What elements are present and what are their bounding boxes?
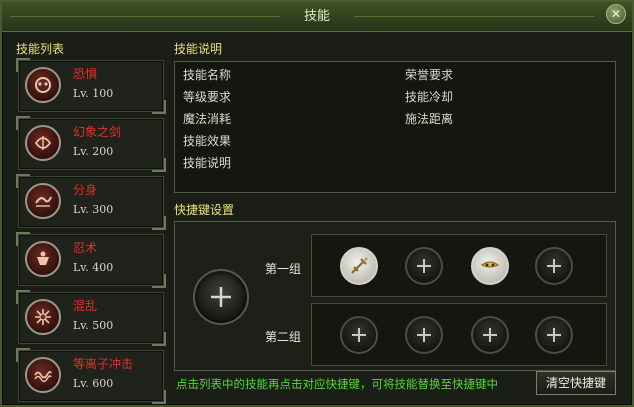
mana-cost-field: 魔法消耗	[183, 112, 232, 126]
hotkey-slot[interactable]	[405, 247, 443, 285]
skill-name: 忍术	[73, 241, 98, 255]
skill-level: Lv. 600	[73, 377, 114, 390]
skill-list-title: 技能列表	[16, 42, 65, 56]
sword-skill-icon	[351, 257, 368, 274]
description-right-column: 荣誉要求 技能冷却 施法距离	[405, 67, 453, 133]
honor-requirement-field: 荣誉要求	[405, 68, 454, 82]
skill-item[interactable]: 恐惧 Lv. 100	[16, 58, 166, 114]
hotkey-slot[interactable]	[340, 247, 378, 285]
skill-level: Lv. 200	[73, 145, 114, 158]
skill-description-panel: 技能名称 等级要求 魔法消耗 技能效果 技能说明 荣誉要求 技能冷却 施法距离	[174, 61, 616, 193]
fear-skill-icon	[25, 67, 61, 103]
skill-name: 等离子冲击	[73, 357, 134, 371]
skill-name: 幻象之剑	[73, 125, 122, 139]
hotkey-group-two	[311, 303, 607, 366]
hotkey-slot[interactable]	[471, 316, 509, 354]
skill-description-title: 技能说明	[174, 42, 223, 56]
hotkey-slot[interactable]	[535, 247, 573, 285]
plus-icon	[547, 259, 561, 273]
plus-icon	[417, 328, 431, 342]
cast-range-field: 施法距离	[405, 112, 454, 126]
skill-item[interactable]: 忍术 Lv. 400	[16, 232, 166, 288]
hotkey-group-one	[311, 234, 607, 297]
hotkey-slot[interactable]	[340, 316, 378, 354]
skill-level: Lv. 100	[73, 87, 114, 100]
skill-name-field: 技能名称	[183, 68, 232, 82]
plus-icon	[483, 328, 497, 342]
mask-skill-icon	[480, 261, 500, 268]
chaos-skill-icon	[25, 299, 61, 335]
selected-skill-slot[interactable]	[193, 269, 249, 325]
hotkey-slot[interactable]	[471, 247, 509, 285]
description-left-column: 技能名称 等级要求 魔法消耗 技能效果 技能说明	[183, 67, 231, 177]
title-bar: 技能 ✕	[2, 2, 632, 32]
skill-item[interactable]: 等离子冲击 Lv. 600	[16, 348, 166, 404]
window-title: 技能	[303, 9, 330, 24]
plus-icon	[211, 287, 231, 307]
hotkey-settings-panel: 第一组 第二组	[174, 221, 616, 371]
level-requirement-field: 等级要求	[183, 90, 232, 104]
ninjutsu-skill-icon	[25, 241, 61, 277]
hotkey-settings-title: 快捷键设置	[174, 203, 235, 217]
skill-name: 混乱	[73, 299, 98, 313]
plus-icon	[417, 259, 431, 273]
plasma-strike-skill-icon	[25, 357, 61, 393]
skill-item[interactable]: 混乱 Lv. 500	[16, 290, 166, 346]
group-two-label: 第二组	[265, 330, 302, 344]
skill-level: Lv. 400	[73, 261, 114, 274]
clone-skill-icon	[25, 183, 61, 219]
skill-item[interactable]: 分身 Lv. 300	[16, 174, 166, 230]
skill-window: 技能 ✕ 技能列表 恐惧 Lv. 100 幻象之剑 Lv. 200 分身 Lv.…	[0, 0, 634, 407]
skill-name: 分身	[73, 183, 98, 197]
cooldown-field: 技能冷却	[405, 90, 454, 104]
skill-list[interactable]: 恐惧 Lv. 100 幻象之剑 Lv. 200 分身 Lv. 300 忍术 Lv…	[16, 58, 166, 407]
skill-effect-field: 技能效果	[183, 134, 232, 148]
skill-item[interactable]: 幻象之剑 Lv. 200	[16, 116, 166, 172]
plus-icon	[352, 328, 366, 342]
skill-info-field: 技能说明	[183, 156, 232, 170]
hotkey-hint-text: 点击列表中的技能再点击对应快捷键，可将技能替换至快捷键中	[176, 377, 498, 391]
close-button[interactable]: ✕	[606, 4, 626, 24]
clear-hotkeys-button[interactable]: 清空快捷键	[536, 371, 616, 395]
group-one-label: 第一组	[265, 262, 302, 276]
skill-level: Lv. 300	[73, 203, 114, 216]
hotkey-slot[interactable]	[535, 316, 573, 354]
skill-level: Lv. 500	[73, 319, 114, 332]
plus-icon	[547, 328, 561, 342]
skill-name: 恐惧	[73, 67, 98, 81]
illusion-sword-skill-icon	[25, 125, 61, 161]
hotkey-slot[interactable]	[405, 316, 443, 354]
